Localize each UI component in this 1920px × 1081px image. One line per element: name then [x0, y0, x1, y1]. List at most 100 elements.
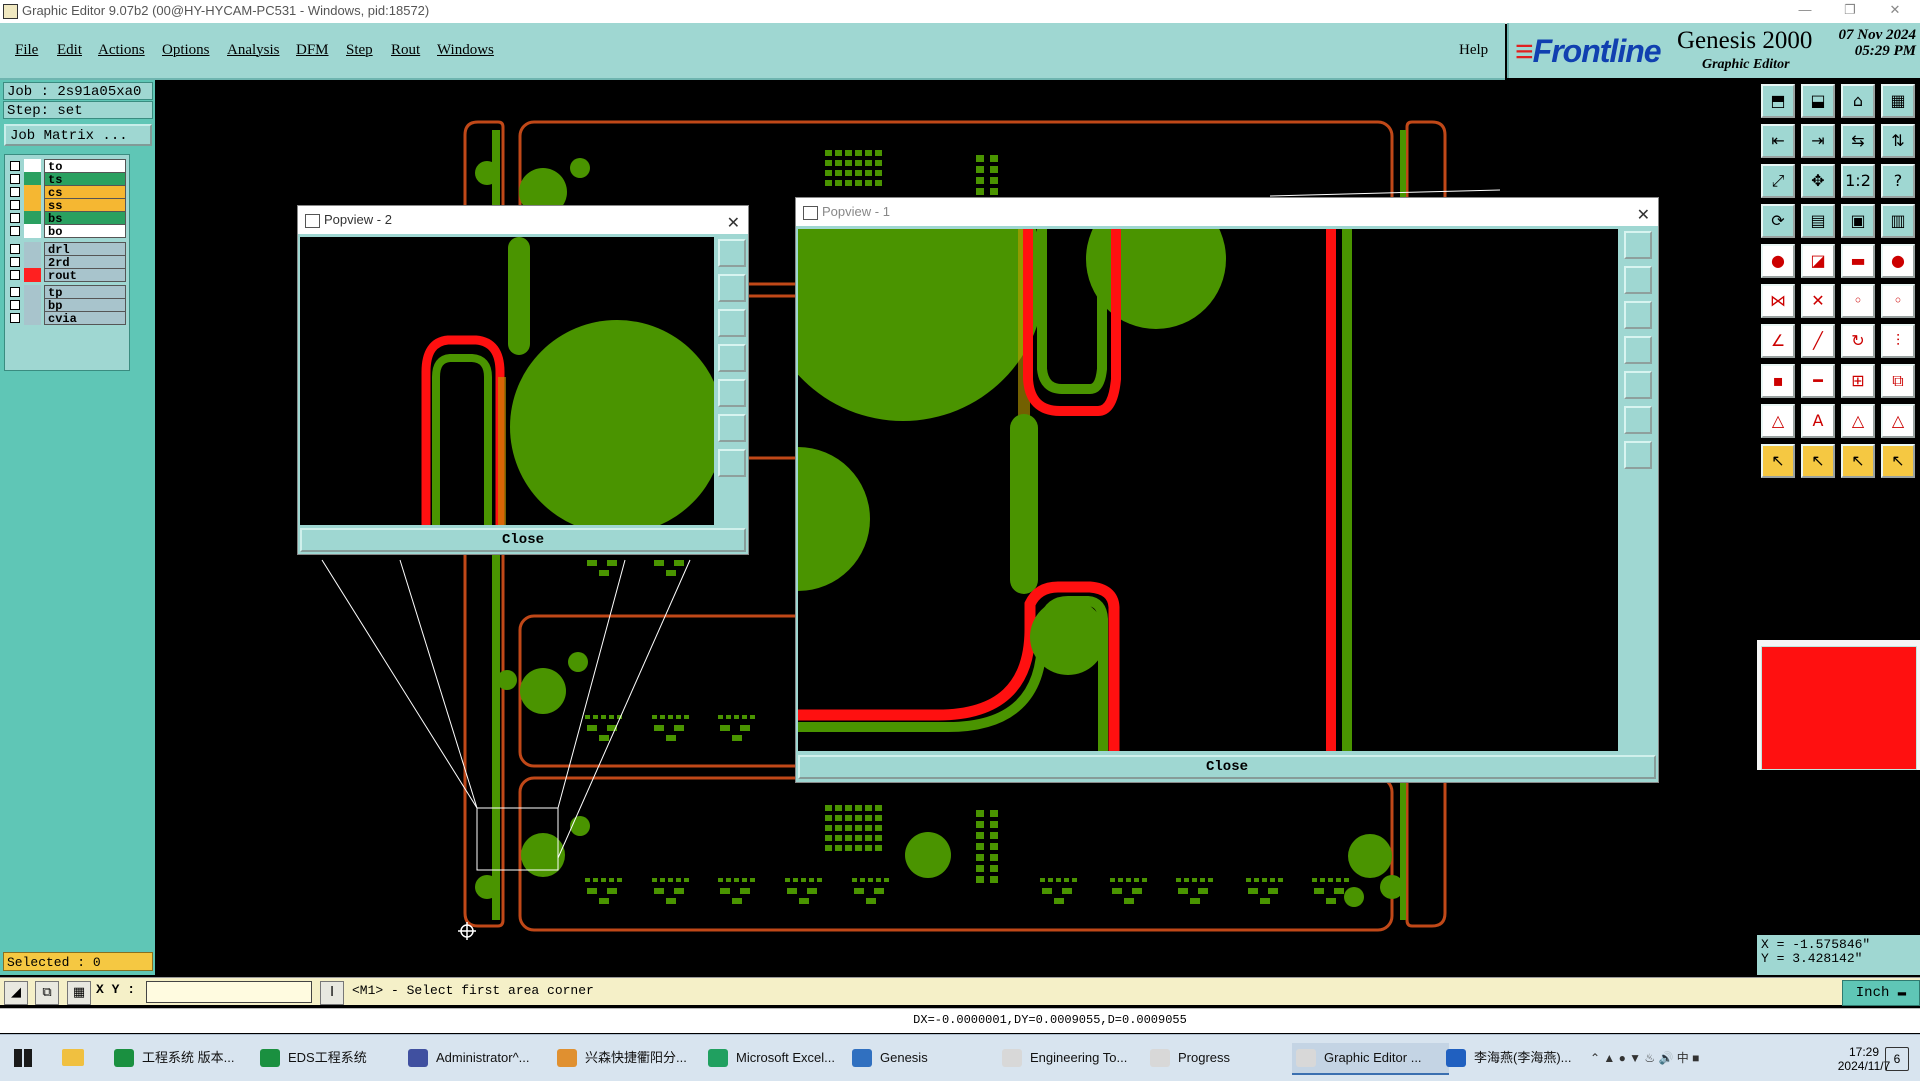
file-explorer-icon[interactable] [62, 1049, 84, 1066]
layer-checkbox[interactable] [10, 161, 20, 171]
popview-1-tool-2[interactable] [1624, 266, 1652, 294]
tool-button-31[interactable]: ⊞ [1841, 364, 1875, 398]
layer-row-cvia[interactable]: cvia [7, 311, 127, 326]
menu-analysis[interactable]: Analysis [227, 42, 280, 59]
tool-button-9[interactable]: ⤢ [1761, 164, 1795, 198]
popview-2-tool-2[interactable] [718, 274, 746, 302]
layer-checkbox[interactable] [10, 213, 20, 223]
tool-button-23[interactable]: ◦ [1841, 284, 1875, 318]
job-matrix-button[interactable]: Job Matrix ... [4, 124, 152, 146]
layer-checkbox[interactable] [10, 300, 20, 310]
menu-file[interactable]: File [15, 42, 38, 59]
tool-button-39[interactable]: ↖ [1841, 444, 1875, 478]
popview-2-canvas[interactable] [300, 237, 714, 525]
layer-checkbox[interactable] [10, 200, 20, 210]
tool-button-7[interactable]: ⇆ [1841, 124, 1875, 158]
tool-button-27[interactable]: ↻ [1841, 324, 1875, 358]
tool-button-6[interactable]: ⇥ [1801, 124, 1835, 158]
popview-2-tool-6[interactable] [718, 414, 746, 442]
popview-1-tool-4[interactable] [1624, 336, 1652, 364]
tool-button-3[interactable]: ⌂ [1841, 84, 1875, 118]
layer-checkbox[interactable] [10, 226, 20, 236]
minimize-icon[interactable]: — [1790, 2, 1820, 17]
layer-row-bo[interactable]: bo [7, 224, 127, 239]
layer-row-tp[interactable]: tp [7, 285, 127, 300]
layer-checkbox[interactable] [10, 287, 20, 297]
tool-button-35[interactable]: △ [1841, 404, 1875, 438]
taskbar-item[interactable]: 工程系统 版本... [110, 1043, 267, 1073]
layer-row-drl[interactable]: drl [7, 242, 127, 257]
layer-checkbox[interactable] [10, 257, 20, 267]
layer-row-ts[interactable]: ts [7, 172, 127, 187]
menu-dfm[interactable]: DFM [296, 42, 329, 59]
popview-2-tool-5[interactable] [718, 379, 746, 407]
layer-checkbox[interactable] [10, 270, 20, 280]
tool-button-18[interactable]: ◪ [1801, 244, 1835, 278]
tool-button-12[interactable]: ? [1881, 164, 1915, 198]
taskbar-item[interactable]: 李海燕(李海燕)... [1442, 1043, 1599, 1073]
tool-button-8[interactable]: ⇅ [1881, 124, 1915, 158]
taskbar-item[interactable]: Progress [1146, 1043, 1303, 1073]
measure-icon[interactable]: ⧉ [35, 981, 59, 1005]
menu-options[interactable]: Options [162, 42, 210, 59]
tool-button-11[interactable]: 1:2 [1841, 164, 1875, 198]
menu-windows[interactable]: Windows [437, 42, 494, 59]
layer-row-ss[interactable]: ss [7, 198, 127, 213]
layer-checkbox[interactable] [10, 174, 20, 184]
popview-2-tool-7[interactable] [718, 449, 746, 477]
popview-2-close-button[interactable]: Close [300, 528, 746, 552]
tool-button-32[interactable]: ⧉ [1881, 364, 1915, 398]
tool-button-28[interactable]: ⫶ [1881, 324, 1915, 358]
taskbar-item[interactable]: EDS工程系统 [256, 1043, 413, 1073]
tool-button-34[interactable]: Α [1801, 404, 1835, 438]
tool-button-25[interactable]: ∠ [1761, 324, 1795, 358]
tool-button-1[interactable]: ⬒ [1761, 84, 1795, 118]
popview-2-tool-1[interactable] [718, 239, 746, 267]
notification-icon[interactable]: 6 [1885, 1047, 1909, 1071]
layer-checkbox[interactable] [10, 187, 20, 197]
tool-button-13[interactable]: ⟳ [1761, 204, 1795, 238]
close-icon[interactable]: ✕ [1880, 2, 1910, 18]
tool-button-17[interactable]: ● [1761, 244, 1795, 278]
tool-button-21[interactable]: ⋈ [1761, 284, 1795, 318]
tool-button-30[interactable]: ━ [1801, 364, 1835, 398]
menu-actions[interactable]: Actions [98, 42, 145, 59]
tool-button-24[interactable]: ◦ [1881, 284, 1915, 318]
menu-edit[interactable]: Edit [57, 42, 82, 59]
tool-button-19[interactable]: ▬ [1841, 244, 1875, 278]
units-button[interactable]: Inch ▬ [1842, 980, 1920, 1006]
popview-2-tool-3[interactable] [718, 309, 746, 337]
popview-1-close-button[interactable]: Close [798, 755, 1656, 779]
taskbar-item[interactable]: Genesis [848, 1043, 1005, 1073]
tool-button-4[interactable]: ▦ [1881, 84, 1915, 118]
layer-row-cs[interactable]: cs [7, 185, 127, 200]
popview-1-tool-5[interactable] [1624, 371, 1652, 399]
layer-row-bs[interactable]: bs [7, 211, 127, 226]
tool-button-29[interactable]: ▪ [1761, 364, 1795, 398]
grid-icon[interactable]: ▦ [67, 981, 91, 1005]
restore-icon[interactable]: ❐ [1835, 2, 1865, 18]
tool-button-10[interactable]: ✥ [1801, 164, 1835, 198]
tool-button-14[interactable]: ▤ [1801, 204, 1835, 238]
tool-button-37[interactable]: ↖ [1761, 444, 1795, 478]
tool-button-20[interactable]: ● [1881, 244, 1915, 278]
popview-1-tool-3[interactable] [1624, 301, 1652, 329]
step-preview[interactable] [1761, 646, 1917, 770]
tool-button-2[interactable]: ⬓ [1801, 84, 1835, 118]
taskbar-item[interactable]: 兴森快捷衢阳分... [553, 1043, 710, 1073]
tool-button-33[interactable]: △ [1761, 404, 1795, 438]
popview-1-tool-1[interactable] [1624, 231, 1652, 259]
popview-2-tool-4[interactable] [718, 344, 746, 372]
taskbar-item[interactable]: Engineering To... [998, 1043, 1155, 1073]
taskbar-item[interactable]: Microsoft Excel... [704, 1043, 861, 1073]
xy-input[interactable] [146, 981, 312, 1003]
layer-row-bp[interactable]: bp [7, 298, 127, 313]
layer-row-2rd[interactable]: 2rd [7, 255, 127, 270]
taskbar-item[interactable]: Graphic Editor ... [1292, 1043, 1449, 1075]
tool-button-22[interactable]: ✕ [1801, 284, 1835, 318]
text-cursor-icon[interactable]: I [320, 981, 344, 1005]
layer-checkbox[interactable] [10, 313, 20, 323]
popview-1-tool-6[interactable] [1624, 406, 1652, 434]
start-icon[interactable] [14, 1049, 32, 1067]
close-icon[interactable]: ✕ [727, 209, 740, 237]
